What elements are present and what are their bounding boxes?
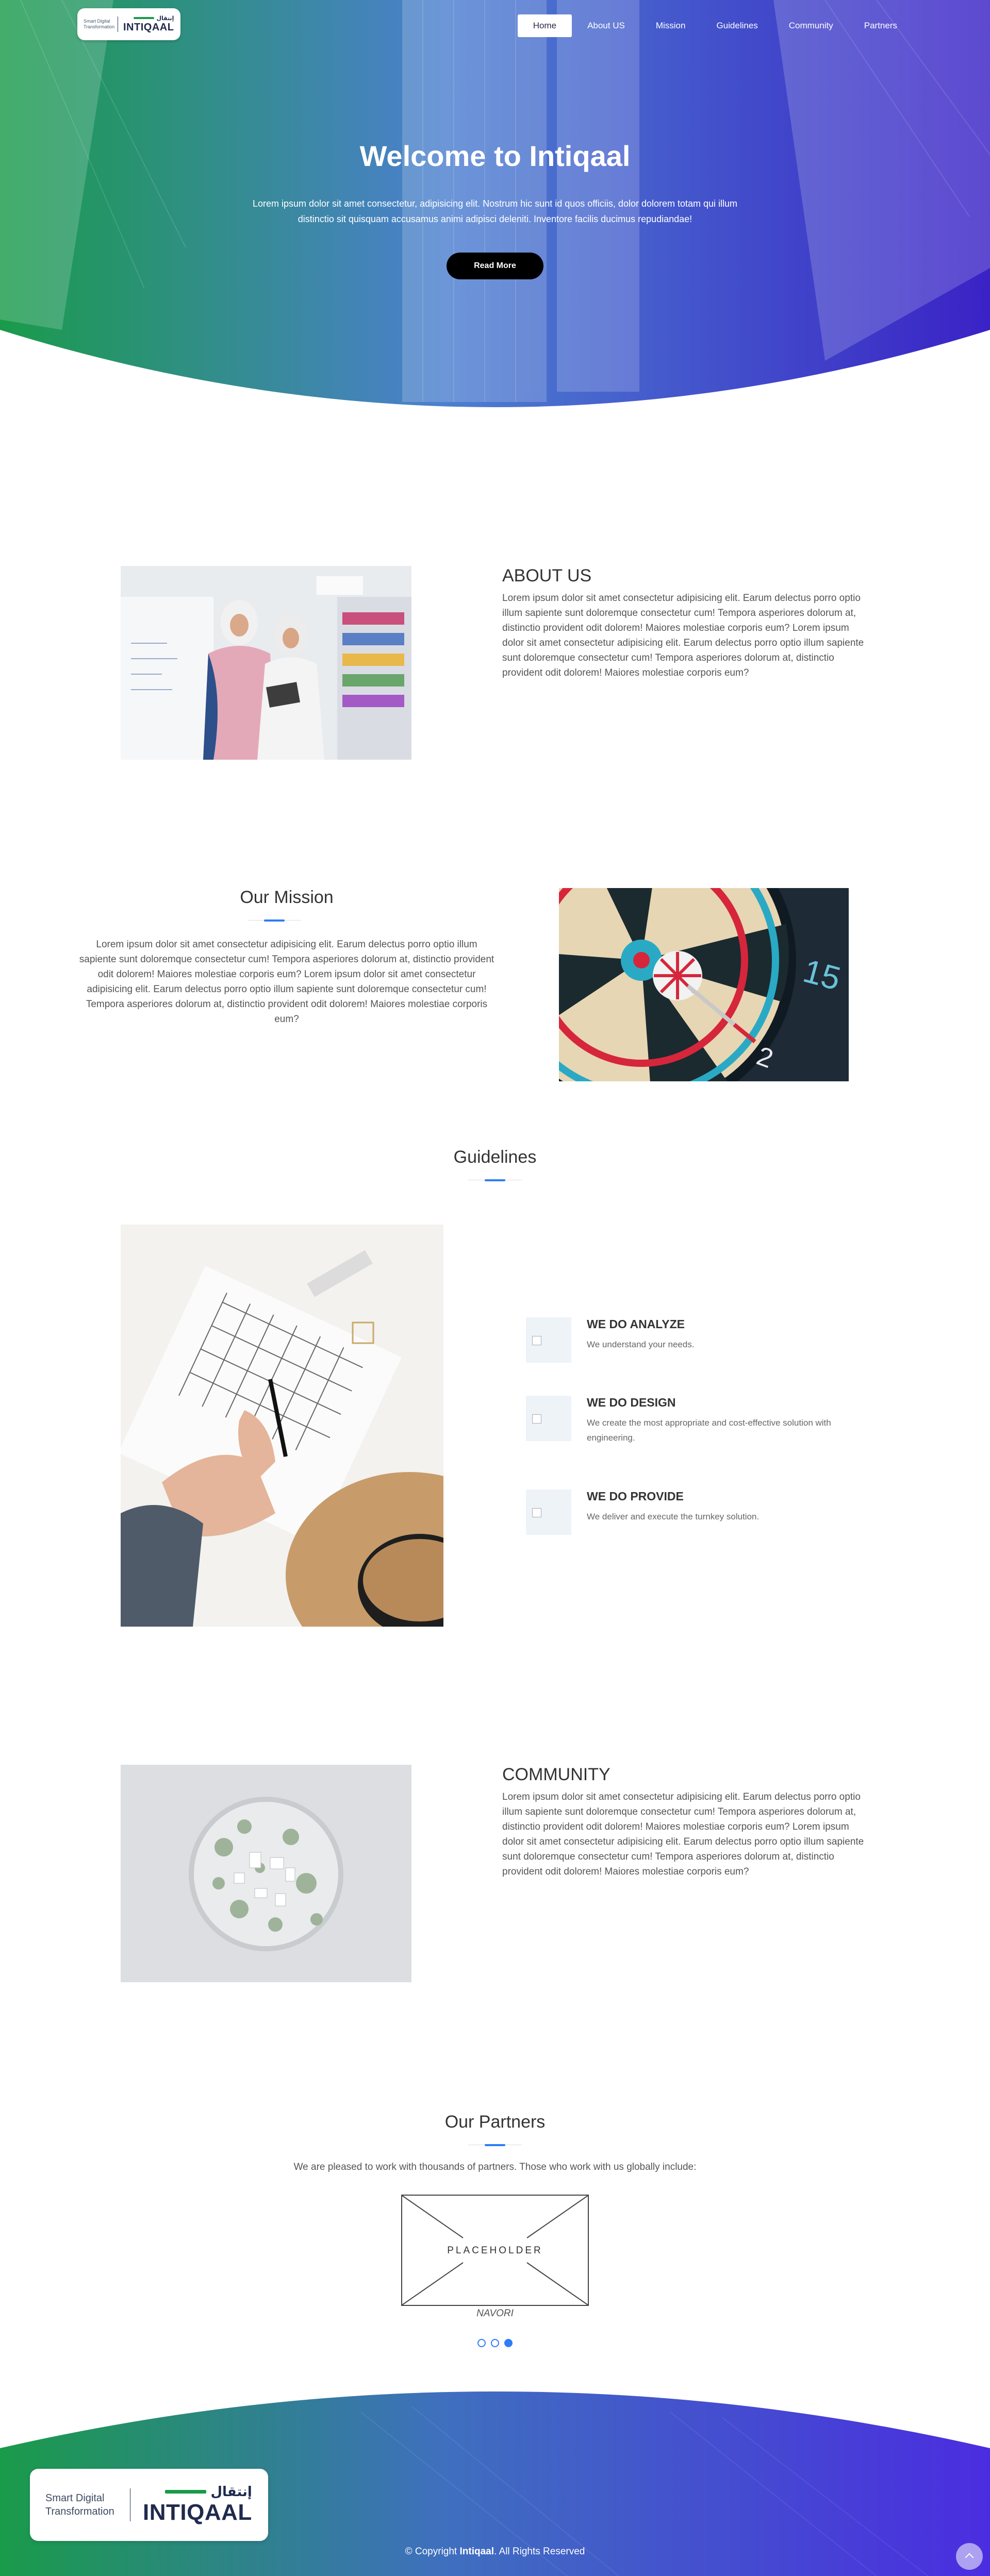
- nav-guidelines[interactable]: Guidelines: [701, 14, 773, 37]
- partners-title: Our Partners: [444, 2112, 546, 2132]
- about-photo: [121, 566, 411, 760]
- nav-mission[interactable]: Mission: [640, 14, 701, 37]
- mission-photo: 15 2: [559, 888, 849, 1081]
- guideline-title-analyze: WE DO ANALYZE: [587, 1317, 685, 1331]
- carousel-dots: [477, 2339, 513, 2347]
- nav-community[interactable]: Community: [773, 14, 849, 37]
- copyright-brand: Intiqaal: [459, 2546, 494, 2557]
- footer-logo[interactable]: Smart Digital Transformation إنتقال INTI…: [30, 2469, 268, 2541]
- footer-logo-swoosh: [165, 2489, 207, 2494]
- placeholder-label: PLACEHOLDER: [447, 2245, 543, 2256]
- partners-subtitle: We are pleased to work with thousands of…: [293, 2162, 697, 2172]
- hero-text: Lorem ipsum dolor sit amet consectetur, …: [252, 198, 738, 224]
- footer-logo-arabic: إنتقال: [210, 2484, 252, 2500]
- about-title: ABOUT US: [502, 566, 592, 586]
- scroll-to-top-button[interactable]: [956, 2543, 983, 2570]
- community-title: COMMUNITY: [502, 1765, 610, 1784]
- broken-image-icon: [532, 1508, 541, 1517]
- guideline-text-design: We create the most appropriate and cost-…: [587, 1418, 831, 1443]
- provide-icon: [526, 1490, 571, 1535]
- community-photo: [121, 1765, 411, 1982]
- nav-about-us[interactable]: About US: [572, 14, 640, 37]
- footer-logo-name: INTIQAAL: [143, 2500, 252, 2525]
- mission-underline: [248, 919, 301, 922]
- footer: Smart Digital Transformation إنتقال INTI…: [0, 2391, 990, 2576]
- header-logo[interactable]: Smart Digital Transformation إنتقال INTI…: [77, 8, 180, 40]
- mission-title: Our Mission: [240, 888, 334, 907]
- guidelines-photo: [121, 1225, 443, 1627]
- partner-logo-placeholder[interactable]: PLACEHOLDER: [401, 2195, 589, 2306]
- main-nav: Home About US Mission Guidelines Communi…: [517, 14, 913, 37]
- guidelines-title: Guidelines: [453, 1147, 537, 1167]
- copyright-prefix: © Copyright: [405, 2546, 457, 2557]
- copyright: © Copyright Intiqaal. All Rights Reserve…: [0, 2546, 990, 2557]
- broken-image-icon: [532, 1414, 541, 1424]
- guideline-title-provide: WE DO PROVIDE: [587, 1490, 684, 1503]
- guideline-title-design: WE DO DESIGN: [587, 1396, 676, 1409]
- carousel-dot-2[interactable]: [491, 2339, 499, 2347]
- footer-logo-tagline: Smart Digital Transformation: [45, 2493, 114, 2517]
- guidelines-underline: [468, 1179, 522, 1181]
- logo-wordmark: إنتقال INTIQAAL: [123, 15, 174, 34]
- chevron-up-icon: [965, 2553, 974, 2562]
- logo-swoosh: [134, 16, 155, 19]
- nav-partners[interactable]: Partners: [849, 14, 913, 37]
- analyze-icon: [526, 1317, 571, 1363]
- about-text: Lorem ipsum dolor sit amet consectetur a…: [502, 593, 864, 678]
- carousel-dot-3[interactable]: [504, 2339, 513, 2347]
- footer-logo-wordmark: إنتقال INTIQAAL: [143, 2484, 252, 2525]
- hero-title: Welcome to Intiqaal: [359, 140, 631, 172]
- copyright-suffix: . All Rights Reserved: [494, 2546, 585, 2557]
- guideline-text-provide: We deliver and execute the turnkey solut…: [587, 1512, 760, 1521]
- read-more-button[interactable]: Read More: [447, 253, 543, 279]
- guideline-text-analyze: We understand your needs.: [587, 1340, 695, 1349]
- design-icon: [526, 1396, 571, 1441]
- logo-arabic: إنتقال: [156, 15, 174, 22]
- carousel-dot-1[interactable]: [477, 2339, 486, 2347]
- partner-name: NAVORI: [476, 2308, 514, 2319]
- logo-tagline: Smart Digital Transformation: [84, 19, 115, 29]
- hero-section: Smart Digital Transformation إنتقال INTI…: [0, 0, 990, 412]
- broken-image-icon: [532, 1336, 541, 1345]
- community-text: Lorem ipsum dolor sit amet consectetur a…: [502, 1792, 864, 1877]
- logo-name: INTIQAAL: [123, 22, 174, 33]
- mission-text: Lorem ipsum dolor sit amet consectetur a…: [79, 939, 494, 1025]
- partners-underline: [468, 2144, 522, 2146]
- nav-home[interactable]: Home: [517, 14, 572, 37]
